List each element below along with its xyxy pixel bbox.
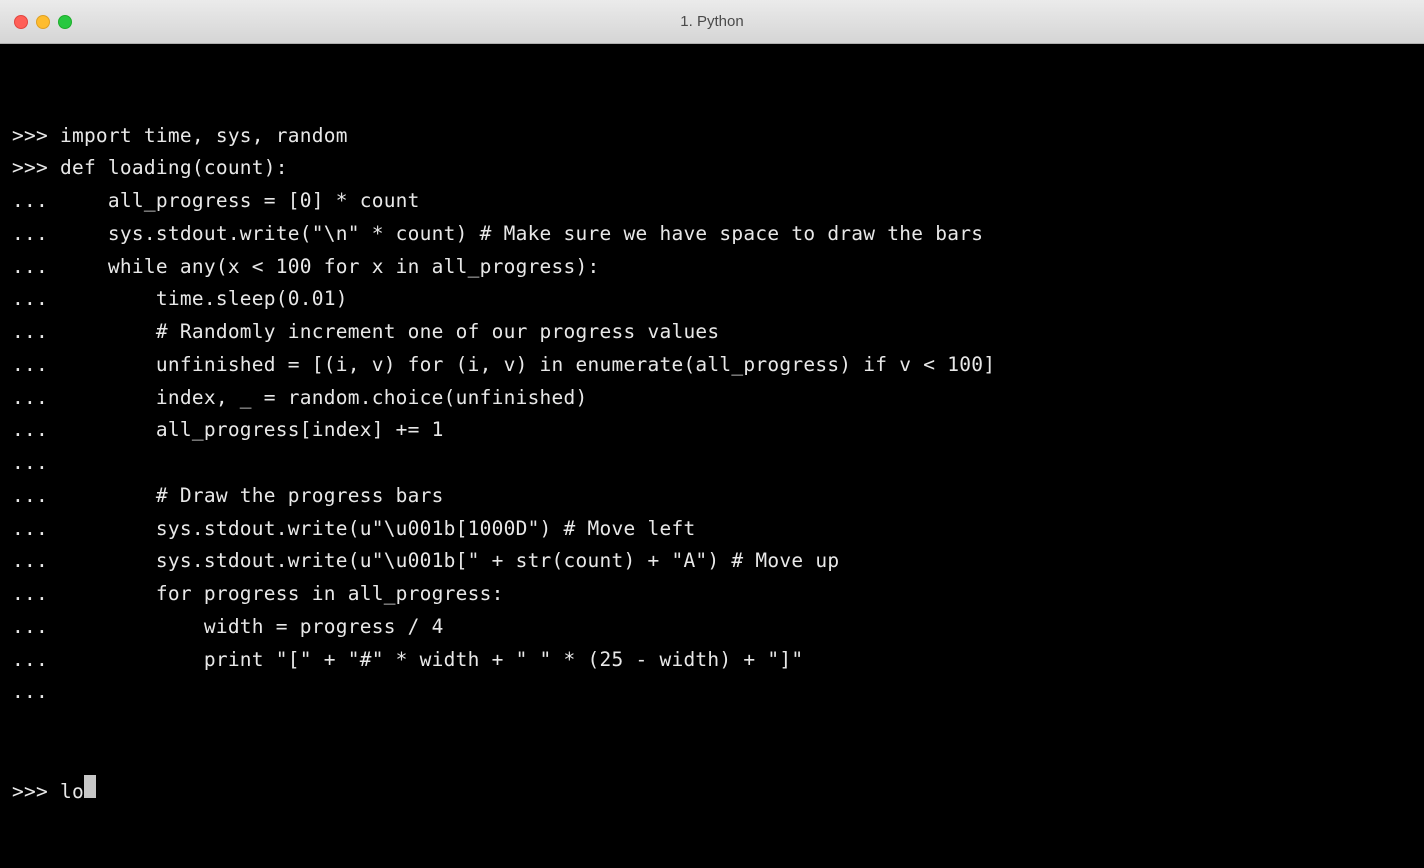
terminal-line: ... unfinished = [(i, v) for (i, v) in e…: [12, 349, 1412, 382]
terminal-line: >>> def loading(count):: [12, 152, 1412, 185]
traffic-lights: [14, 15, 72, 29]
terminal-prompt: >>>: [12, 776, 60, 809]
terminal-line: ...: [12, 676, 1412, 709]
terminal-line: ... all_progress = [0] * count: [12, 185, 1412, 218]
terminal-line: ... sys.stdout.write("\n" * count) # Mak…: [12, 218, 1412, 251]
minimize-button[interactable]: [36, 15, 50, 29]
terminal-line: ... sys.stdout.write(u"\u001b[1000D") # …: [12, 513, 1412, 546]
terminal-line: ... sys.stdout.write(u"\u001b[" + str(co…: [12, 545, 1412, 578]
window-titlebar: 1. Python: [0, 0, 1424, 44]
terminal-line: >>> import time, sys, random: [12, 120, 1412, 153]
terminal-line: ... all_progress[index] += 1: [12, 414, 1412, 447]
terminal-cursor: [84, 775, 96, 798]
terminal-line: ... for progress in all_progress:: [12, 578, 1412, 611]
terminal-line: ... # Randomly increment one of our prog…: [12, 316, 1412, 349]
close-button[interactable]: [14, 15, 28, 29]
terminal-line: ... index, _ = random.choice(unfinished): [12, 382, 1412, 415]
terminal-line: ... # Draw the progress bars: [12, 480, 1412, 513]
terminal-line: ... while any(x < 100 for x in all_progr…: [12, 251, 1412, 284]
terminal-line: ... print "[" + "#" * width + " " * (25 …: [12, 644, 1412, 677]
terminal-input-line[interactable]: >>> lo: [12, 775, 1412, 809]
terminal-line: ... width = progress / 4: [12, 611, 1412, 644]
terminal-output[interactable]: >>> import time, sys, random>>> def load…: [0, 44, 1424, 868]
terminal-input-text: lo: [60, 776, 84, 809]
terminal-line: ...: [12, 447, 1412, 480]
terminal-line: ... time.sleep(0.01): [12, 283, 1412, 316]
window-title: 1. Python: [680, 13, 743, 30]
maximize-button[interactable]: [58, 15, 72, 29]
